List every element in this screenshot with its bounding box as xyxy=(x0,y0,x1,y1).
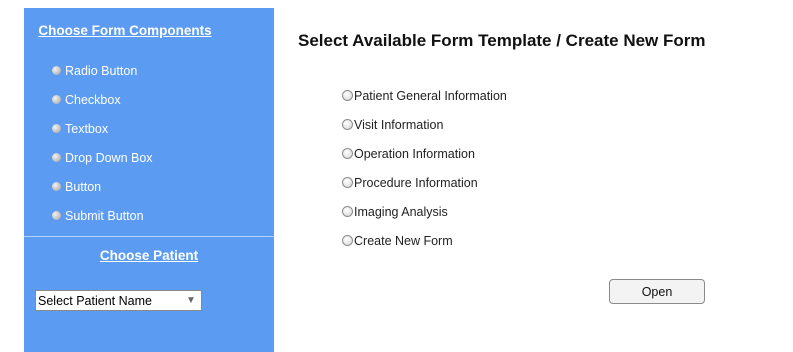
sidebar: Choose Form Components Radio Button Chec… xyxy=(24,8,274,352)
template-label: Patient General Information xyxy=(354,88,507,103)
gray-circle-icon xyxy=(52,95,61,104)
template-label: Procedure Information xyxy=(354,175,478,190)
sidebar-divider xyxy=(24,236,274,237)
component-textbox[interactable]: Textbox xyxy=(52,114,153,143)
component-submit-button[interactable]: Submit Button xyxy=(52,201,153,230)
component-label: Submit Button xyxy=(65,208,144,223)
radio-circle-icon[interactable] xyxy=(342,177,353,188)
gray-circle-icon xyxy=(52,153,61,162)
template-label: Create New Form xyxy=(354,233,453,248)
radio-circle-icon[interactable] xyxy=(342,235,353,246)
component-checkbox[interactable]: Checkbox xyxy=(52,85,153,114)
component-drop-down-box[interactable]: Drop Down Box xyxy=(52,143,153,172)
template-option-patient-general-information[interactable]: Patient General Information xyxy=(342,81,507,110)
component-label: Textbox xyxy=(65,121,109,136)
component-label: Button xyxy=(65,179,102,194)
page-title: Select Available Form Template / Create … xyxy=(298,31,706,50)
component-label: Radio Button xyxy=(65,63,138,78)
template-label: Imaging Analysis xyxy=(354,204,448,219)
component-button[interactable]: Button xyxy=(52,172,153,201)
choose-patient-title: Choose Patient xyxy=(99,248,199,263)
template-option-imaging-analysis[interactable]: Imaging Analysis xyxy=(342,197,507,226)
radio-circle-icon[interactable] xyxy=(342,119,353,130)
template-option-create-new-form[interactable]: Create New Form xyxy=(342,226,507,255)
component-label: Checkbox xyxy=(65,92,121,107)
component-label: Drop Down Box xyxy=(65,150,153,165)
template-label: Operation Information xyxy=(354,146,475,161)
template-option-procedure-information[interactable]: Procedure Information xyxy=(342,168,507,197)
template-option-visit-information[interactable]: Visit Information xyxy=(342,110,507,139)
component-radio-button[interactable]: Radio Button xyxy=(52,56,153,85)
radio-circle-icon[interactable] xyxy=(342,148,353,159)
gray-circle-icon xyxy=(52,66,61,75)
template-label: Visit Information xyxy=(354,117,444,132)
template-option-operation-information[interactable]: Operation Information xyxy=(342,139,507,168)
open-button[interactable]: Open xyxy=(609,279,705,304)
components-list: Radio Button Checkbox Textbox Drop Down … xyxy=(52,56,153,230)
dropdown-arrow-icon[interactable]: ▼ xyxy=(182,292,200,309)
radio-circle-icon[interactable] xyxy=(342,90,353,101)
gray-circle-icon xyxy=(52,211,61,220)
patient-select-value: Select Patient Name xyxy=(38,293,152,308)
gray-circle-icon xyxy=(52,124,61,133)
template-list: Patient General Information Visit Inform… xyxy=(342,81,507,255)
radio-circle-icon[interactable] xyxy=(342,206,353,217)
patient-select[interactable]: Select Patient Name ▼ xyxy=(35,290,202,311)
components-title: Choose Form Components xyxy=(38,23,212,38)
gray-circle-icon xyxy=(52,182,61,191)
